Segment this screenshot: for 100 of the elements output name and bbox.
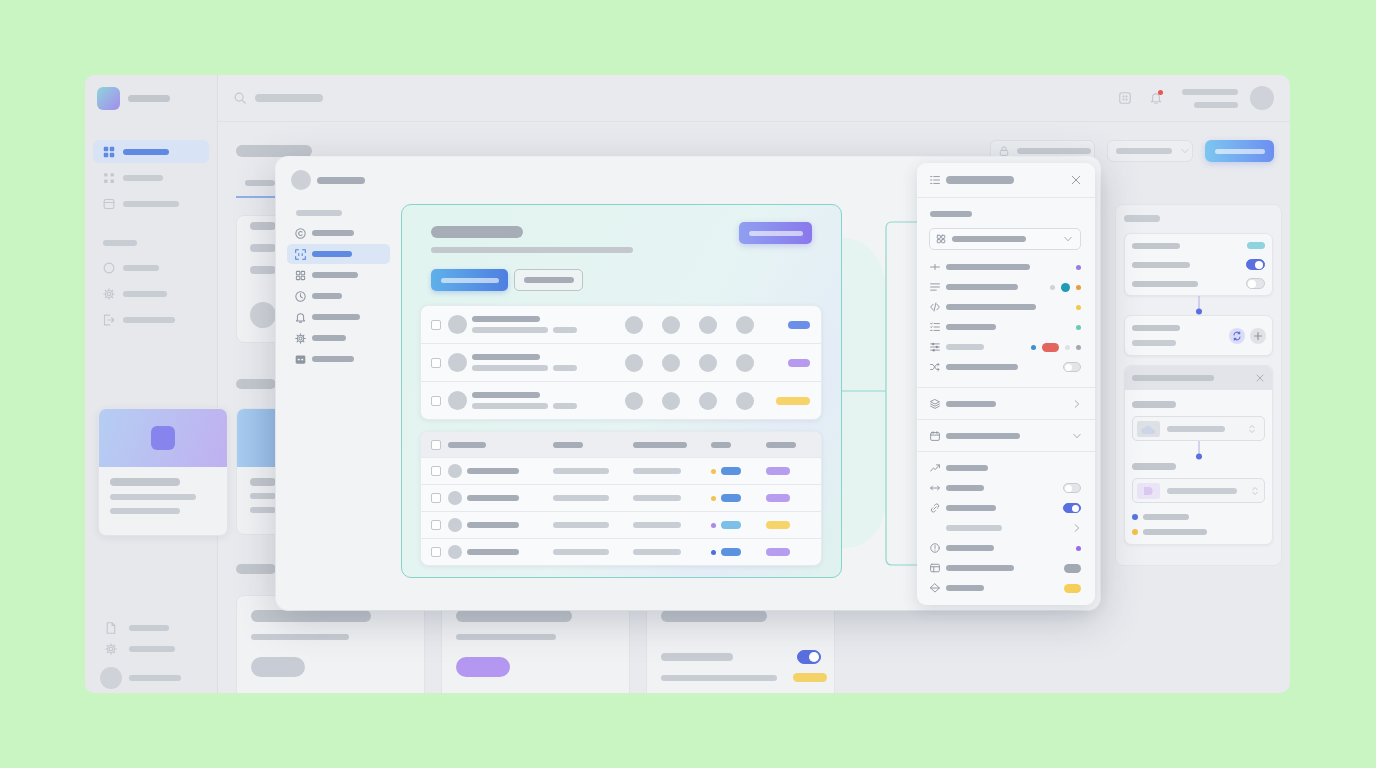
logo-icon xyxy=(97,87,120,110)
connector-line xyxy=(1194,296,1203,315)
search-field[interactable] xyxy=(234,92,323,104)
sidebar-item[interactable] xyxy=(287,244,390,264)
avatar xyxy=(736,315,754,334)
commit-icon xyxy=(930,262,940,272)
avatar xyxy=(699,315,717,334)
text-placeholder xyxy=(946,400,996,407)
text-placeholder xyxy=(766,441,796,448)
checkbox[interactable] xyxy=(431,466,441,476)
checkbox[interactable] xyxy=(431,520,441,530)
pill-button[interactable] xyxy=(456,657,510,677)
lock-icon xyxy=(999,146,1009,156)
text-placeholder xyxy=(467,522,519,528)
connector-line xyxy=(1194,441,1203,460)
bell-icon[interactable] xyxy=(1150,92,1162,104)
text-placeholder xyxy=(312,314,360,320)
toggle-switch[interactable] xyxy=(1063,503,1081,513)
layers-icon xyxy=(930,398,940,409)
text-placeholder xyxy=(123,200,179,207)
dropdown[interactable] xyxy=(929,228,1081,250)
link-icon xyxy=(930,503,940,513)
text-placeholder xyxy=(1143,513,1189,520)
text-placeholder xyxy=(1132,280,1198,287)
up-down-chevron-icon xyxy=(1248,424,1256,433)
horizontal-arrows-icon xyxy=(930,483,940,493)
text-placeholder xyxy=(472,392,540,398)
window-icon xyxy=(103,197,115,210)
text-placeholder xyxy=(1132,463,1176,470)
primary-button[interactable] xyxy=(431,269,508,291)
secondary-button[interactable] xyxy=(514,269,583,291)
text-placeholder xyxy=(250,222,276,230)
checkbox[interactable] xyxy=(431,547,441,557)
text-placeholder xyxy=(128,95,170,102)
grid-icon xyxy=(103,145,115,158)
sidebar-item[interactable] xyxy=(93,140,209,163)
text-placeholder xyxy=(946,505,996,511)
text-placeholder xyxy=(236,564,276,574)
select-field[interactable] xyxy=(1132,478,1265,503)
close-icon[interactable] xyxy=(1071,175,1081,185)
gear-icon xyxy=(103,287,115,300)
text-placeholder xyxy=(946,565,1014,571)
avatar xyxy=(625,391,643,410)
avatar xyxy=(250,302,276,328)
toggle-switch[interactable] xyxy=(1246,278,1265,289)
diamond-icon xyxy=(930,583,940,593)
copyright-icon xyxy=(295,227,306,239)
refresh-icon[interactable] xyxy=(1229,327,1245,344)
toggle-switch[interactable] xyxy=(797,650,821,664)
text-placeholder xyxy=(1182,88,1238,95)
shuffle-icon xyxy=(930,362,940,372)
exit-icon xyxy=(103,313,115,326)
text-placeholder xyxy=(236,379,276,389)
text-placeholder xyxy=(250,507,276,513)
toggle-switch[interactable] xyxy=(1063,483,1081,493)
avatar xyxy=(291,170,311,190)
pill-button[interactable] xyxy=(251,657,305,677)
plus-icon[interactable] xyxy=(1250,327,1266,344)
text-placeholder xyxy=(103,240,137,246)
checkbox[interactable] xyxy=(431,319,441,330)
text-placeholder xyxy=(553,327,577,333)
text-placeholder xyxy=(312,251,352,257)
shape-icon xyxy=(1137,482,1160,499)
avatar xyxy=(699,353,717,372)
toggle-switch[interactable] xyxy=(1063,362,1081,372)
text-placeholder xyxy=(245,180,275,186)
text-placeholder xyxy=(946,545,994,551)
text-placeholder xyxy=(1194,101,1238,108)
text-placeholder xyxy=(123,316,175,323)
image-icon xyxy=(1137,420,1160,437)
calendar-icon xyxy=(930,430,940,441)
text-placeholder xyxy=(633,468,681,474)
toggle-switch[interactable] xyxy=(1246,259,1265,270)
text-placeholder xyxy=(633,441,687,448)
select-field[interactable] xyxy=(1132,416,1265,441)
text-placeholder xyxy=(1132,401,1176,408)
checkbox[interactable] xyxy=(431,493,441,503)
dropdown[interactable] xyxy=(1107,140,1193,162)
text-placeholder xyxy=(946,176,1014,184)
text-placeholder xyxy=(317,176,365,184)
text-placeholder xyxy=(1167,425,1225,432)
text-placeholder xyxy=(711,441,731,448)
text-placeholder xyxy=(250,493,276,499)
checkbox[interactable] xyxy=(431,357,441,368)
text-placeholder xyxy=(930,211,972,217)
grid-icon[interactable] xyxy=(1119,92,1131,104)
close-icon[interactable] xyxy=(1256,374,1264,382)
text-placeholder xyxy=(312,272,358,278)
text-placeholder xyxy=(448,441,486,448)
text-placeholder xyxy=(946,585,984,591)
window-icon xyxy=(930,563,940,573)
text-placeholder xyxy=(312,335,346,341)
primary-button[interactable] xyxy=(1205,140,1274,162)
text-placeholder xyxy=(250,266,276,274)
text-placeholder xyxy=(296,210,342,216)
primary-button[interactable] xyxy=(739,222,812,244)
text-placeholder xyxy=(312,293,342,299)
checkbox[interactable] xyxy=(431,395,441,406)
text-placeholder xyxy=(123,264,159,271)
checkbox[interactable] xyxy=(431,439,441,450)
